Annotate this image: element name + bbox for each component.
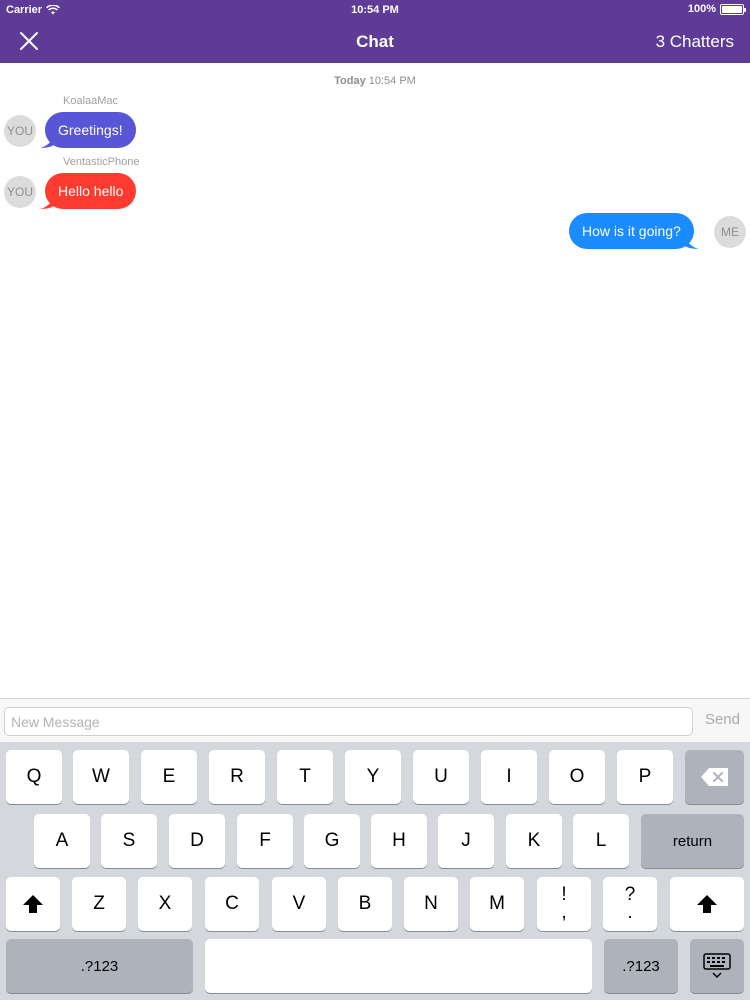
- key-q[interactable]: Q: [6, 750, 62, 804]
- shift-icon: [23, 895, 43, 913]
- bubble-tail: [40, 193, 54, 209]
- key-exclaim-comma[interactable]: ! ,: [537, 877, 591, 931]
- key-period-label: .: [627, 902, 633, 923]
- message-input[interactable]: [4, 707, 693, 736]
- key-t[interactable]: T: [277, 750, 333, 804]
- key-question-period[interactable]: ? .: [603, 877, 657, 931]
- keyboard-dismiss-icon: [703, 953, 731, 979]
- message-bubble[interactable]: Greetings!: [40, 112, 136, 148]
- key-k[interactable]: K: [506, 814, 562, 868]
- key-o[interactable]: O: [549, 750, 605, 804]
- key-f[interactable]: F: [237, 814, 293, 868]
- nav-bar: Chat 3 Chatters: [0, 21, 750, 63]
- key-d[interactable]: D: [169, 814, 225, 868]
- key-p[interactable]: P: [617, 750, 673, 804]
- key-r[interactable]: R: [209, 750, 265, 804]
- key-x[interactable]: X: [138, 877, 192, 931]
- key-j[interactable]: J: [438, 814, 494, 868]
- key-b[interactable]: B: [338, 877, 392, 931]
- key-comma-label: ,: [561, 902, 567, 923]
- key-h[interactable]: H: [371, 814, 427, 868]
- key-n[interactable]: N: [404, 877, 458, 931]
- keyboard-dismiss-key[interactable]: [690, 939, 744, 993]
- chat-area[interactable]: Today 10:54 PM KoalaaMac YOU Greetings! …: [0, 63, 750, 698]
- return-key[interactable]: return: [641, 814, 744, 868]
- avatar: YOU: [4, 115, 36, 147]
- key-w[interactable]: W: [73, 750, 129, 804]
- key-y[interactable]: Y: [345, 750, 401, 804]
- key-a[interactable]: A: [34, 814, 90, 868]
- key-c[interactable]: C: [205, 877, 259, 931]
- timestamp-time: 10:54 PM: [368, 75, 416, 87]
- key-v[interactable]: V: [272, 877, 326, 931]
- status-bar: Carrier 10:54 PM 100%: [0, 0, 750, 21]
- page-title: Chat: [356, 32, 394, 51]
- message-input-bar: Send: [0, 698, 750, 742]
- key-m[interactable]: M: [470, 877, 524, 931]
- status-time: 10:54 PM: [351, 4, 399, 16]
- key-z[interactable]: Z: [72, 877, 126, 931]
- numbers-key-right[interactable]: .?123: [604, 939, 678, 993]
- timestamp-day: Today: [334, 75, 366, 87]
- message-sender: VentasticPhone: [63, 156, 140, 168]
- message-bubble[interactable]: Hello hello: [40, 173, 137, 209]
- key-u[interactable]: U: [413, 750, 469, 804]
- key-e[interactable]: E: [141, 750, 197, 804]
- bubble-tail: [40, 132, 54, 148]
- message-timestamp: Today 10:54 PM: [0, 75, 750, 87]
- backspace-key[interactable]: [685, 750, 744, 804]
- message-bubble[interactable]: How is it going?: [569, 213, 699, 249]
- message-sender: KoalaaMac: [63, 95, 119, 107]
- avatar: YOU: [4, 176, 36, 208]
- battery-percent: 100%: [687, 3, 716, 15]
- keyboard: Q W E R T Y U I O P A S D F G H J K L re…: [0, 742, 750, 1000]
- battery-info: 100%: [687, 3, 746, 15]
- message-text: Hello hello: [58, 183, 124, 199]
- message-text: How is it going?: [582, 223, 681, 239]
- numbers-key-left[interactable]: .?123: [6, 939, 193, 993]
- key-s[interactable]: S: [101, 814, 157, 868]
- space-key[interactable]: [205, 939, 592, 993]
- message-text: Greetings!: [58, 122, 123, 138]
- shift-key-left[interactable]: [6, 877, 60, 931]
- key-l[interactable]: L: [573, 814, 629, 868]
- shift-icon: [697, 895, 717, 913]
- shift-key-right[interactable]: [670, 877, 744, 931]
- send-button[interactable]: Send: [705, 711, 740, 728]
- battery-icon: [720, 3, 746, 15]
- chatters-button[interactable]: 3 Chatters: [656, 32, 734, 52]
- avatar: ME: [714, 216, 746, 248]
- key-g[interactable]: G: [304, 814, 360, 868]
- backspace-icon: [700, 768, 728, 786]
- key-i[interactable]: I: [481, 750, 537, 804]
- bubble-tail: [684, 233, 699, 249]
